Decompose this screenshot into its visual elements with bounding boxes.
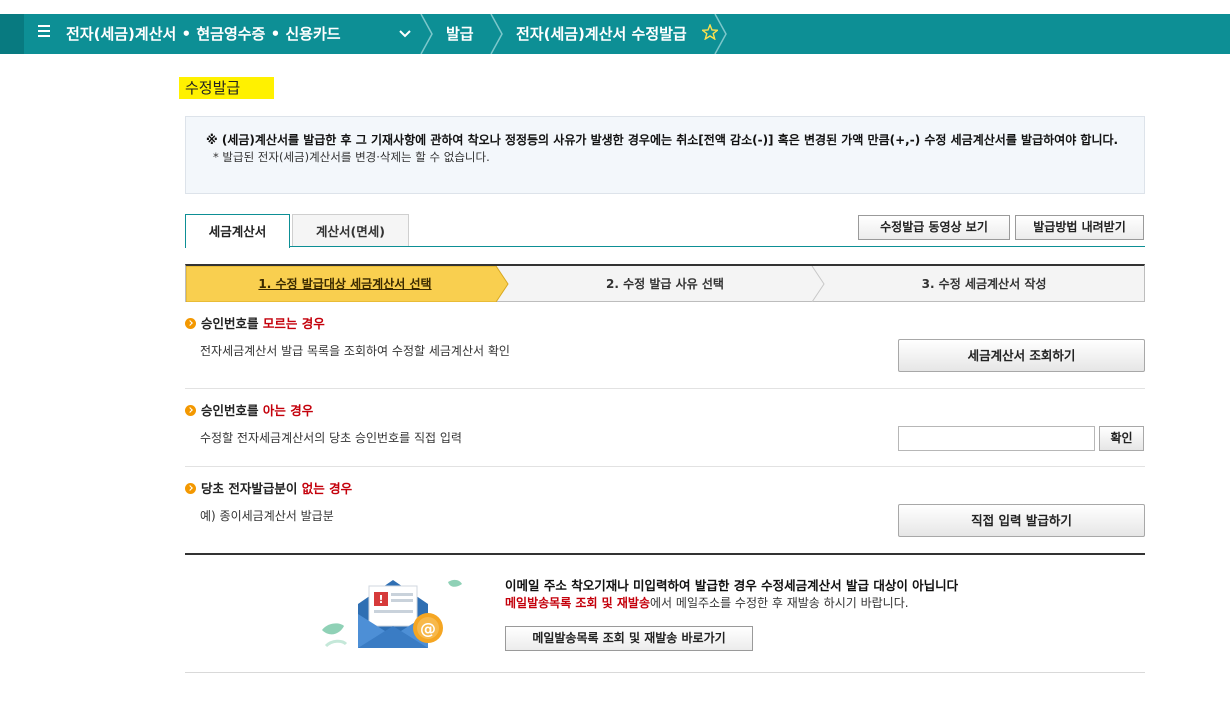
download-guide-button[interactable]: 발급방법 내려받기 bbox=[1015, 215, 1144, 240]
breadcrumb-separator-icon bbox=[420, 14, 434, 54]
email-notice-sub: 메일발송목록 조회 및 재발송에서 메일주소를 수정한 후 재발송 하시기 바랍… bbox=[505, 594, 909, 611]
bullet-arrow-icon bbox=[185, 483, 196, 494]
bullet-arrow-icon bbox=[185, 318, 196, 329]
email-envelope-icon: ! @ bbox=[318, 574, 468, 656]
mail-list-resend-button[interactable]: 메일발송목록 조회 및 재발송 바로가기 bbox=[505, 626, 753, 651]
search-invoice-button[interactable]: 세금계산서 조회하기 bbox=[898, 339, 1145, 372]
email-notice-sub-rest: 에서 메일주소를 수정한 후 재발송 하시기 바랍니다. bbox=[650, 596, 909, 610]
section-divider-dark bbox=[185, 553, 1145, 555]
section-divider bbox=[185, 388, 1145, 389]
section-none-desc: 예) 종이세금계산서 발급분 bbox=[200, 509, 334, 523]
section-known-title-prefix: 승인번호를 bbox=[201, 403, 263, 418]
email-notice-sub-highlight: 메일발송목록 조회 및 재발송 bbox=[505, 596, 651, 610]
section-none-title: 당초 전자발급분이 없는 경우 bbox=[185, 481, 352, 497]
breadcrumb-issue[interactable]: 발급 bbox=[446, 14, 474, 54]
confirm-button[interactable]: 확인 bbox=[1099, 426, 1144, 451]
tab-tax-invoice[interactable]: 세금계산서 bbox=[185, 214, 290, 248]
breadcrumb-separator-icon bbox=[490, 14, 504, 54]
svg-text:@: @ bbox=[420, 619, 436, 638]
section-unknown-title: 승인번호를 모르는 경우 bbox=[185, 316, 325, 332]
nav-menu-title[interactable]: 전자(세금)계산서 • 현금영수증 • 신용카드 bbox=[66, 14, 341, 54]
tab-underline bbox=[185, 246, 1145, 247]
notice-sub-text: * 발급된 전자(세금)계산서를 변경·삭제는 할 수 없습니다. bbox=[213, 150, 490, 164]
tab-invoice-tax-free[interactable]: 계산서(면세) bbox=[292, 214, 409, 247]
hamburger-menu-icon[interactable] bbox=[38, 25, 50, 39]
nav-left-cap bbox=[0, 14, 24, 54]
section-known-title-highlight: 아는 경우 bbox=[262, 403, 314, 418]
notice-main-text: ※ (세금)계산서를 발급한 후 그 기재사항에 관하여 착오나 정정등의 사유… bbox=[206, 133, 1119, 147]
bullet-arrow-icon bbox=[185, 405, 196, 416]
step-1-label: 1. 수정 발급대상 세금계산서 선택 bbox=[258, 277, 432, 291]
section-unknown-title-prefix: 승인번호를 bbox=[201, 316, 263, 331]
section-none-title-prefix: 당초 전자발급분이 bbox=[201, 481, 302, 496]
breadcrumb-separator-icon bbox=[714, 14, 728, 54]
bottom-divider bbox=[185, 672, 1145, 673]
email-notice-main: 이메일 주소 착오기재나 미입력하여 발급한 경우 수정세금계산서 발급 대상이… bbox=[505, 578, 959, 593]
svg-text:!: ! bbox=[378, 593, 383, 606]
section-divider bbox=[185, 466, 1145, 467]
top-nav-bar: 전자(세금)계산서 • 현금영수증 • 신용카드 발급 전자(세금)계산서 수정… bbox=[0, 14, 1230, 54]
section-unknown-desc: 전자세금계산서 발급 목록을 조회하여 수정할 세금계산서 확인 bbox=[200, 344, 510, 358]
direct-input-issue-button[interactable]: 직접 입력 발급하기 bbox=[898, 504, 1145, 537]
notice-box: ※ (세금)계산서를 발급한 후 그 기재사항에 관하여 착오나 정정등의 사유… bbox=[185, 116, 1145, 194]
section-unknown-title-highlight: 모르는 경우 bbox=[262, 316, 325, 331]
step-2-label: 2. 수정 발급 사유 선택 bbox=[606, 277, 724, 291]
video-guide-button[interactable]: 수정발급 동영상 보기 bbox=[858, 215, 1010, 240]
step-progress: 1. 수정 발급대상 세금계산서 선택 2. 수정 발급 사유 선택 3. 수정… bbox=[185, 264, 1145, 302]
section-known-desc: 수정할 전자세금계산서의 당초 승인번호를 직접 입력 bbox=[200, 431, 462, 445]
page-title: 수정발급 bbox=[179, 77, 274, 99]
approval-number-input[interactable] bbox=[898, 426, 1095, 451]
chevron-down-icon[interactable] bbox=[398, 26, 412, 40]
breadcrumb-current: 전자(세금)계산서 수정발급 bbox=[516, 25, 687, 43]
step-3-label: 3. 수정 세금계산서 작성 bbox=[921, 277, 1047, 291]
section-none-title-highlight: 없는 경우 bbox=[301, 481, 353, 496]
section-known-title: 승인번호를 아는 경우 bbox=[185, 403, 313, 419]
